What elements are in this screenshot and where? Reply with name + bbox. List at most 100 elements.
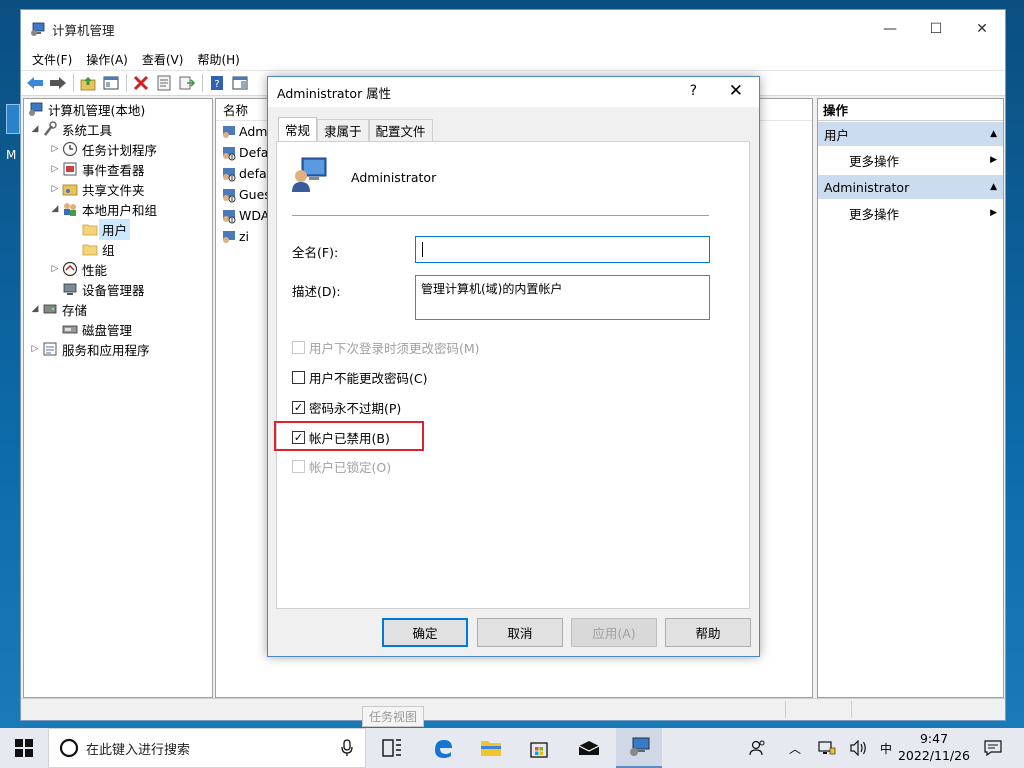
- tree-item-system-tools[interactable]: ◢ 系统工具: [28, 119, 112, 139]
- device-manager-icon: [62, 281, 78, 297]
- show-action-pane-button[interactable]: [229, 72, 251, 94]
- more-actions-administrator[interactable]: 更多操作 ▶: [818, 199, 1003, 227]
- tree-item-shared-folders[interactable]: ▷ 共享文件夹: [48, 179, 145, 199]
- submenu-arrow-icon: ▶: [990, 155, 997, 165]
- tree-item-root[interactable]: 计算机管理(本地): [28, 99, 145, 119]
- tree-item-task-scheduler[interactable]: ▷ 任务计划程序: [48, 139, 157, 159]
- checkbox-checked: ✓: [292, 401, 305, 414]
- checkbox-box: [292, 460, 305, 473]
- tree-item-storage[interactable]: ◢ 存储: [28, 299, 87, 319]
- clock-time: 9:47: [919, 731, 949, 746]
- action-center-button[interactable]: [980, 728, 1006, 768]
- tree-item-disk-management[interactable]: 磁盘管理: [62, 319, 132, 339]
- actions-section-administrator[interactable]: Administrator ▲: [818, 175, 1003, 199]
- speaker-icon: [850, 740, 866, 756]
- menu-action[interactable]: 操作(A): [79, 51, 135, 68]
- start-button[interactable]: [0, 728, 48, 768]
- tree-item-users[interactable]: 用户: [82, 218, 131, 240]
- collapse-arrow-icon[interactable]: ◢: [48, 204, 62, 214]
- people-button[interactable]: [744, 728, 772, 768]
- edge-browser-button[interactable]: [420, 728, 466, 768]
- close-button[interactable]: ✕: [959, 10, 1005, 48]
- back-button[interactable]: [24, 72, 46, 94]
- mail-envelope-icon: [578, 741, 600, 755]
- toolbar-separator: [126, 74, 127, 92]
- expand-arrow-icon[interactable]: ▷: [48, 144, 62, 154]
- tree-item-local-users-groups[interactable]: ◢ 本地用户和组: [48, 199, 157, 219]
- submenu-arrow-icon: ▶: [990, 208, 997, 218]
- collapse-arrow-icon[interactable]: ◢: [28, 304, 42, 314]
- help-button[interactable]: 帮助: [665, 618, 751, 647]
- mail-button[interactable]: [566, 728, 612, 768]
- delete-button[interactable]: [130, 72, 152, 94]
- account-locked-checkbox[interactable]: 帐户已锁定(O): [292, 457, 391, 476]
- arrow-right-icon: [50, 77, 66, 89]
- microphone-icon[interactable]: [341, 739, 353, 757]
- tree-item-event-viewer[interactable]: ▷ 事件查看器: [48, 159, 145, 179]
- toolbar-separator: [73, 74, 74, 92]
- tools-icon: [42, 121, 58, 137]
- dialog-help-button[interactable]: ?: [690, 83, 697, 99]
- checkbox-box: [292, 341, 305, 354]
- network-button[interactable]: [814, 728, 840, 768]
- must-change-password-checkbox[interactable]: 用户下次登录时须更改密码(M): [292, 338, 480, 357]
- tree-item-device-manager[interactable]: 设备管理器: [62, 279, 145, 299]
- status-segment: [851, 701, 852, 718]
- menu-file[interactable]: 文件(F): [25, 51, 79, 68]
- cancel-button[interactable]: 取消: [477, 618, 563, 647]
- fullname-label: 全名(F):: [292, 245, 339, 260]
- computer-management-taskbar-button[interactable]: [616, 728, 662, 768]
- tree-item-services-apps[interactable]: ▷ 服务和应用程序: [28, 339, 150, 359]
- cannot-change-password-checkbox[interactable]: 用户不能更改密码(C): [292, 368, 427, 387]
- show-hidden-icons-button[interactable]: ︿: [784, 728, 806, 768]
- checkbox-box: [292, 371, 305, 384]
- expand-arrow-icon[interactable]: ▷: [28, 344, 42, 354]
- folder-icon: [82, 241, 98, 257]
- toolbar-separator: [202, 74, 203, 92]
- apply-button[interactable]: 应用(A): [571, 618, 657, 647]
- store-bag-icon: [530, 742, 548, 758]
- disabled-user-icon: [223, 188, 236, 202]
- dialog-close-button[interactable]: ✕: [729, 81, 743, 101]
- task-view-button[interactable]: [370, 728, 414, 768]
- disk-icon: [62, 321, 78, 337]
- expand-arrow-icon[interactable]: ▷: [48, 184, 62, 194]
- actions-section-users[interactable]: 用户 ▲: [818, 122, 1003, 146]
- menu-view[interactable]: 查看(V): [135, 51, 191, 68]
- properties-button[interactable]: [153, 72, 175, 94]
- tree-item-performance[interactable]: ▷ 性能: [48, 259, 107, 279]
- forward-button[interactable]: [47, 72, 69, 94]
- taskbar-search-box[interactable]: 在此键入进行搜索: [48, 728, 366, 768]
- help-toolbar-button[interactable]: ?: [206, 72, 228, 94]
- expand-arrow-icon[interactable]: ▷: [48, 164, 62, 174]
- tab-profile[interactable]: 配置文件: [368, 119, 433, 141]
- fullname-input[interactable]: [415, 236, 710, 263]
- tree-item-groups[interactable]: 组: [82, 239, 115, 259]
- users-group-icon: [62, 201, 78, 217]
- menu-help[interactable]: 帮助(H): [190, 51, 246, 68]
- up-level-button[interactable]: [77, 72, 99, 94]
- file-explorer-button[interactable]: [468, 728, 514, 768]
- taskbar-clock[interactable]: 9:47 2022/11/26: [892, 730, 976, 764]
- description-input[interactable]: 管理计算机(域)的内置帐户: [415, 275, 710, 320]
- tab-member-of[interactable]: 隶属于: [317, 119, 369, 141]
- collapse-arrow-icon[interactable]: ◢: [28, 124, 42, 134]
- console-tree: 计算机管理(本地) ◢ 系统工具 ▷ 任务计划程序 ▷ 事件查看器 ▷ 共享文件…: [23, 98, 213, 698]
- minimize-button[interactable]: —: [867, 10, 913, 48]
- expand-arrow-icon[interactable]: ▷: [48, 264, 62, 274]
- dialog-tabs: 常规 隶属于 配置文件: [278, 117, 433, 141]
- tab-general[interactable]: 常规: [278, 117, 318, 141]
- show-hide-tree-button[interactable]: [100, 72, 122, 94]
- more-actions-users[interactable]: 更多操作 ▶: [818, 146, 1003, 174]
- description-label: 描述(D):: [292, 284, 341, 299]
- ok-button[interactable]: 确定: [382, 618, 468, 647]
- services-icon: [42, 341, 58, 357]
- maximize-button[interactable]: ☐: [913, 10, 959, 48]
- volume-button[interactable]: [846, 728, 872, 768]
- password-never-expires-checkbox[interactable]: ✓ 密码永不过期(P): [292, 398, 401, 417]
- user-icon: [223, 125, 235, 138]
- help-book-icon: ?: [211, 76, 223, 90]
- store-button[interactable]: [516, 728, 562, 768]
- user-icon: [223, 230, 235, 243]
- export-list-button[interactable]: [176, 72, 198, 94]
